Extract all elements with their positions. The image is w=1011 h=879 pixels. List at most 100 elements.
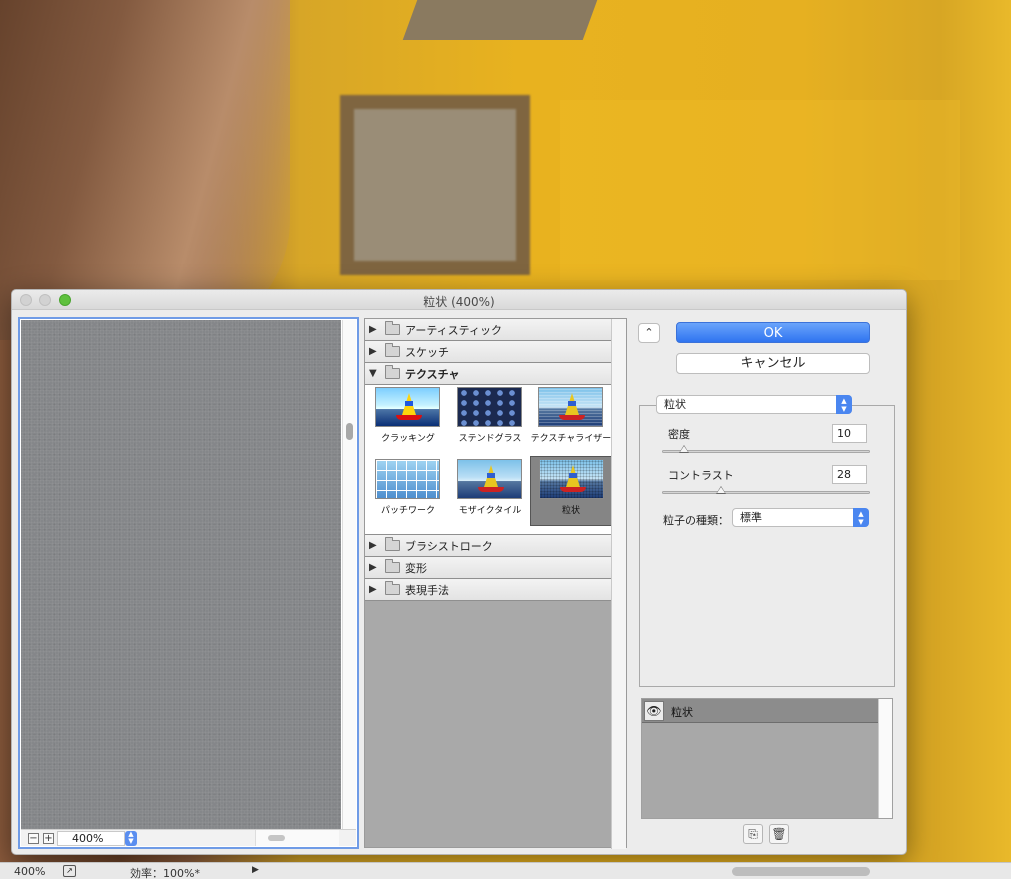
- folder-icon: [385, 581, 400, 595]
- folder-icon: [385, 343, 400, 357]
- contrast-input[interactable]: 28: [832, 465, 867, 484]
- visibility-eye-icon[interactable]: 👁: [644, 701, 664, 721]
- category-texture[interactable]: ▼ テクスチャ: [365, 363, 612, 385]
- category-artistic[interactable]: ▶ アーティスティック: [365, 319, 612, 341]
- craquelure-preview-image: [375, 387, 440, 427]
- document-status-bar: 400% ↗ 効率：100%* ▶: [0, 862, 1011, 879]
- ok-button[interactable]: OK: [676, 322, 870, 343]
- disclosure-down-icon: ▼: [369, 368, 377, 379]
- density-slider[interactable]: [662, 445, 870, 453]
- filter-gallery-dialog: 粒状 (400%) − + 400% ▲ ▼ ▶ アーティスティック ▶ スケッ…: [11, 289, 907, 855]
- filter-thumb-label: クラッキング: [381, 434, 435, 444]
- zoom-level-field[interactable]: 400%: [57, 831, 125, 846]
- zoom-out-button[interactable]: −: [28, 833, 39, 844]
- photo-clip-region: [402, 0, 598, 40]
- disclosure-right-icon: ▶: [369, 562, 377, 573]
- patchwork-preview-image: [375, 459, 440, 499]
- disclosure-right-icon: ▶: [369, 346, 377, 357]
- effect-layers-panel: 👁 粒状: [641, 698, 893, 819]
- category-label: ブラシストローク: [405, 539, 493, 553]
- disclosure-right-icon: ▶: [369, 584, 377, 595]
- texturizer-preview-image: [538, 387, 603, 427]
- preview-horizontal-scrollbar[interactable]: [255, 830, 339, 846]
- zoom-dropdown-button[interactable]: ▲ ▼: [125, 831, 137, 846]
- toggle-gallery-button[interactable]: ⌃: [638, 323, 660, 343]
- filter-select-value: 粒状: [664, 398, 686, 411]
- category-brush-strokes[interactable]: ▶ ブラシストローク: [365, 535, 612, 557]
- document-horizontal-scrollbar[interactable]: [732, 867, 870, 876]
- contrast-label: コントラスト: [668, 469, 734, 482]
- category-label: テクスチャ: [405, 367, 460, 381]
- filter-thumb-label: 粒状: [561, 506, 580, 516]
- effect-layer-row[interactable]: 👁 粒状: [642, 699, 878, 723]
- folder-icon: [385, 537, 400, 551]
- grain-type-label: 粒子の種類：: [663, 514, 729, 527]
- preview-vertical-scrollbar[interactable]: [342, 320, 356, 830]
- delete-effect-layer-button[interactable]: 🗑: [769, 824, 789, 844]
- filter-thumb-label: モザイクタイル: [458, 506, 522, 516]
- filter-thumb-label: パッチワーク: [380, 506, 435, 516]
- grain-preview-image: [539, 459, 604, 499]
- new-effect-layer-button[interactable]: ⎘: [743, 824, 763, 844]
- category-stylize[interactable]: ▶ 表現手法: [365, 579, 612, 601]
- folder-icon: [385, 559, 400, 573]
- chevron-up-icon: ⌃: [644, 326, 654, 339]
- contrast-slider[interactable]: [662, 486, 870, 494]
- filter-gallery-list: ▶ アーティスティック ▶ スケッチ ▼ テクスチャ クラッキング ステンドグラ…: [364, 318, 627, 849]
- trash-icon: 🗑: [771, 827, 787, 841]
- folder-icon: [385, 365, 400, 379]
- category-label: スケッチ: [405, 345, 449, 359]
- category-label: 変形: [405, 561, 427, 575]
- contrast-slider-handle[interactable]: [716, 486, 727, 494]
- texture-filter-thumbnails: クラッキング ステンドグラス テクスチャライザー パッチワーク モザイクタイル: [365, 385, 612, 535]
- filter-thumb-label: ステンドグラス: [458, 434, 522, 444]
- density-slider-handle[interactable]: [678, 445, 689, 453]
- preview-horizontal-scroll-thumb[interactable]: [268, 835, 285, 841]
- density-label: 密度: [668, 428, 690, 441]
- filter-thumb-stained-glass[interactable]: ステンドグラス: [449, 385, 531, 455]
- disclosure-right-icon: ▶: [369, 324, 377, 335]
- minus-icon: −: [29, 833, 38, 844]
- dialog-titlebar[interactable]: 粒状 (400%): [12, 290, 906, 310]
- category-sketch[interactable]: ▶ スケッチ: [365, 341, 612, 363]
- mosaic-tiles-preview-image: [457, 459, 522, 499]
- chevron-up-down-icon: ▲ ▼: [836, 395, 852, 414]
- grain-type-value: 標準: [740, 511, 762, 524]
- plus-icon: +: [44, 833, 53, 844]
- category-label: アーティスティック: [405, 323, 503, 337]
- filter-settings-group: [639, 405, 895, 687]
- cancel-button[interactable]: キャンセル: [676, 353, 870, 374]
- chevron-up-down-icon: ▲ ▼: [128, 830, 134, 845]
- filter-thumb-grain[interactable]: 粒状: [530, 456, 612, 526]
- filter-thumb-patchwork[interactable]: パッチワーク: [367, 457, 449, 527]
- effect-layer-name: 粒状: [671, 706, 693, 719]
- stained-glass-preview-image: [457, 387, 522, 427]
- preview-canvas[interactable]: [21, 320, 341, 830]
- filter-thumb-label: テクスチャライザー: [530, 434, 612, 444]
- new-layer-icon: ⎘: [748, 827, 758, 841]
- category-distort[interactable]: ▶ 変形: [365, 557, 612, 579]
- category-label: 表現手法: [405, 583, 449, 597]
- share-icon[interactable]: ↗: [63, 865, 76, 877]
- layers-scrollbar[interactable]: [878, 699, 892, 818]
- grain-type-select[interactable]: 標準 ▲ ▼: [732, 508, 869, 527]
- status-efficiency: 効率：100%*: [130, 867, 200, 879]
- status-menu-arrow-icon[interactable]: ▶: [252, 865, 259, 875]
- gallery-scrollbar[interactable]: [611, 319, 626, 849]
- photo-wall-region: [560, 100, 960, 280]
- filter-thumb-craquelure[interactable]: クラッキング: [367, 385, 449, 455]
- preview-zoom-bar: − + 400% ▲ ▼: [21, 829, 356, 846]
- status-zoom-level[interactable]: 400%: [14, 865, 45, 878]
- disclosure-right-icon: ▶: [369, 540, 377, 551]
- preview-vertical-scroll-thumb[interactable]: [346, 423, 353, 440]
- photo-frame-region: [340, 95, 530, 275]
- preview-pane: − + 400% ▲ ▼: [18, 317, 359, 849]
- filter-select[interactable]: 粒状 ▲ ▼: [656, 395, 852, 414]
- dialog-title: 粒状 (400%): [423, 295, 495, 309]
- zoom-in-button[interactable]: +: [43, 833, 54, 844]
- filter-thumb-mosaic-tiles[interactable]: モザイクタイル: [449, 457, 531, 527]
- folder-icon: [385, 321, 400, 335]
- chevron-up-down-icon: ▲ ▼: [853, 508, 869, 527]
- filter-thumb-texturizer[interactable]: テクスチャライザー: [530, 385, 612, 455]
- density-input[interactable]: 10: [832, 424, 867, 443]
